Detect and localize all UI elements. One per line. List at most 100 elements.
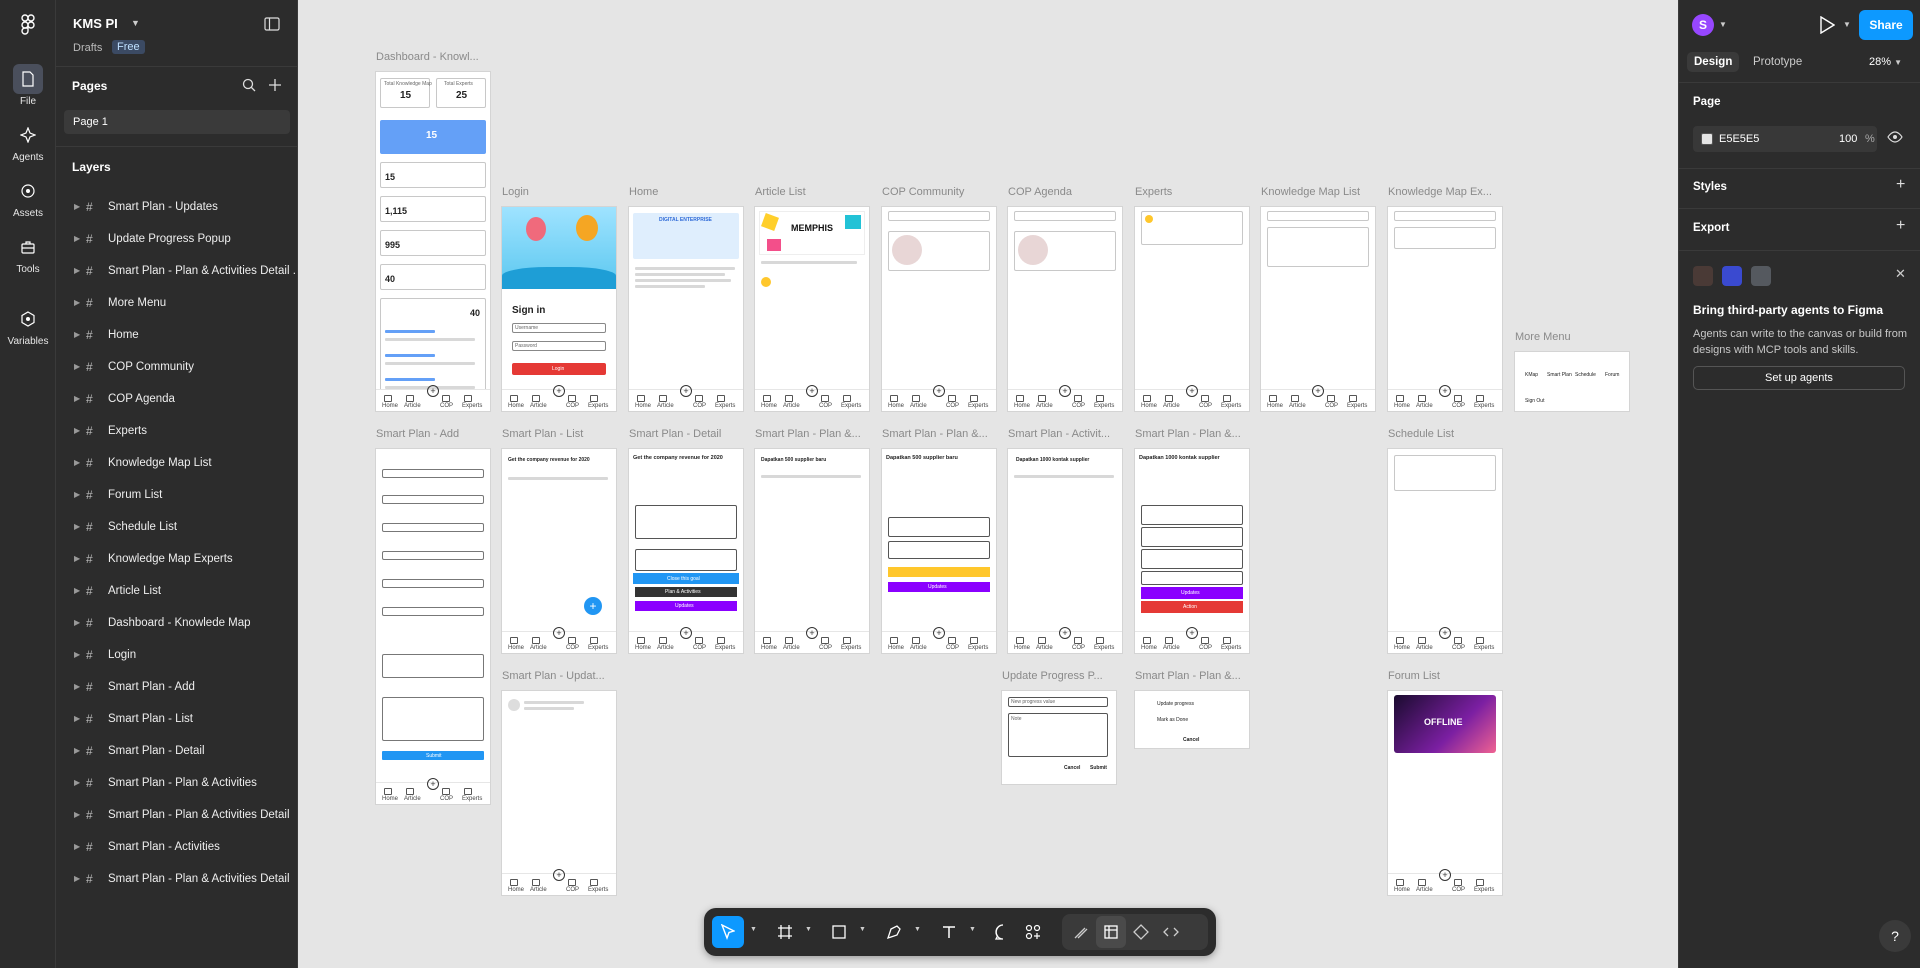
page-background-field[interactable]: E5E5E5 100 % bbox=[1693, 126, 1877, 152]
frame-login[interactable]: Sign in Username Password Login Home Arti… bbox=[502, 207, 616, 411]
chevron-down-icon[interactable]: ▼ bbox=[914, 926, 921, 933]
rail-tools[interactable]: Tools bbox=[0, 226, 56, 280]
layer-item[interactable]: ▶ # Login bbox=[56, 641, 298, 669]
rail-file[interactable]: File bbox=[0, 58, 56, 112]
frame-label[interactable]: Home bbox=[629, 186, 658, 198]
chevron-right-icon[interactable]: ▶ bbox=[74, 746, 80, 755]
chevron-right-icon[interactable]: ▶ bbox=[74, 650, 80, 659]
frame-smart-plan-pa1[interactable]: Dapatkan 500 supplier baru Home Article CO… bbox=[755, 449, 869, 653]
tab-design[interactable]: Design bbox=[1687, 52, 1740, 72]
frame-smart-plan-add[interactable]: Submit Home Article COP Experts + bbox=[376, 449, 490, 804]
frame-home[interactable]: DIGITAL ENTERPRISE Home Article COP Experts… bbox=[629, 207, 743, 411]
layer-item[interactable]: ▶ # Experts bbox=[56, 417, 298, 445]
frame-tool[interactable] bbox=[770, 916, 800, 948]
page-item[interactable]: Page 1 bbox=[64, 110, 290, 134]
chevron-right-icon[interactable]: ▶ bbox=[74, 874, 80, 883]
frame-label[interactable]: Smart Plan - Plan &... bbox=[755, 428, 861, 440]
layer-item[interactable]: ▶ # COP Agenda bbox=[56, 385, 298, 413]
chevron-right-icon[interactable]: ▶ bbox=[74, 362, 80, 371]
frame-label[interactable]: COP Community bbox=[882, 186, 964, 198]
layer-item[interactable]: ▶ # Dashboard - Knowlede Map bbox=[56, 609, 298, 637]
chevron-right-icon[interactable]: ▶ bbox=[74, 394, 80, 403]
tab-prototype[interactable]: Prototype bbox=[1753, 56, 1802, 68]
chevron-right-icon[interactable]: ▶ bbox=[74, 490, 80, 499]
chevron-right-icon[interactable]: ▶ bbox=[74, 554, 80, 563]
layer-item[interactable]: ▶ # Knowledge Map List bbox=[56, 449, 298, 477]
help-button[interactable]: ? bbox=[1879, 920, 1911, 952]
background-hex[interactable]: E5E5E5 bbox=[1719, 133, 1759, 145]
frame-label[interactable]: Knowledge Map List bbox=[1261, 186, 1360, 198]
layer-item[interactable]: ▶ # Smart Plan - Plan & Activities Detail … bbox=[56, 257, 298, 285]
frame-label[interactable]: Login bbox=[502, 186, 529, 198]
frame-label[interactable]: Smart Plan - Add bbox=[376, 428, 459, 440]
frame-smart-plan-detail[interactable]: Get the company revenue for 2020 Close t… bbox=[629, 449, 743, 653]
frame-forum-list[interactable]: OFFLINE Home Article COP Experts + bbox=[1388, 691, 1502, 895]
rail-variables[interactable]: Variables bbox=[0, 298, 56, 352]
eye-icon[interactable] bbox=[1887, 131, 1903, 143]
code-mode[interactable] bbox=[1156, 916, 1186, 948]
frame-label[interactable]: Knowledge Map Ex... bbox=[1388, 186, 1492, 198]
chevron-down-icon[interactable]: ▼ bbox=[1843, 20, 1851, 29]
chevron-right-icon[interactable]: ▶ bbox=[74, 842, 80, 851]
chevron-right-icon[interactable]: ▶ bbox=[74, 330, 80, 339]
chevron-right-icon[interactable]: ▶ bbox=[74, 298, 80, 307]
chevron-down-icon[interactable]: ▼ bbox=[805, 926, 812, 933]
canvas[interactable]: Dashboard - Knowl... Login Home Article … bbox=[298, 0, 1678, 968]
chevron-down-icon[interactable]: ▼ bbox=[969, 926, 976, 933]
frame-smart-plan-pa2[interactable]: Dapatkan 500 supplier baru Updates Home A… bbox=[882, 449, 996, 653]
frame-label[interactable]: Article List bbox=[755, 186, 806, 198]
frame-knowledge-map-experts[interactable]: Home Article COP Experts + bbox=[1388, 207, 1502, 411]
layer-item[interactable]: ▶ # Schedule List bbox=[56, 513, 298, 541]
frame-label[interactable]: Smart Plan - List bbox=[502, 428, 583, 440]
sidebar-toggle-icon[interactable] bbox=[264, 17, 280, 31]
share-button[interactable]: Share bbox=[1859, 10, 1913, 40]
chevron-right-icon[interactable]: ▶ bbox=[74, 266, 80, 275]
chevron-right-icon[interactable]: ▶ bbox=[74, 618, 80, 627]
move-tool[interactable] bbox=[712, 916, 744, 948]
layer-item[interactable]: ▶ # Smart Plan - Plan & Activities Detail bbox=[56, 801, 298, 829]
frame-smart-plan-pa4[interactable]: Update progress Mark as Done Cancel bbox=[1135, 691, 1249, 748]
frame-smart-plan-pa3[interactable]: Dapatkan 1000 kontak supplier Updates Ac… bbox=[1135, 449, 1249, 653]
chevron-down-icon[interactable]: ▼ bbox=[859, 926, 866, 933]
frame-label[interactable]: Dashboard - Knowl... bbox=[376, 51, 479, 63]
chevron-right-icon[interactable]: ▶ bbox=[74, 458, 80, 467]
setup-agents-button[interactable]: Set up agents bbox=[1693, 366, 1905, 390]
zoom-level[interactable]: 28% ▼ bbox=[1869, 56, 1902, 68]
frame-label[interactable]: Smart Plan - Plan &... bbox=[882, 428, 988, 440]
frame-label[interactable]: Smart Plan - Updat... bbox=[502, 670, 605, 682]
comment-tool[interactable] bbox=[988, 916, 1018, 948]
layer-item[interactable]: ▶ # Update Progress Popup bbox=[56, 225, 298, 253]
design-mode[interactable] bbox=[1096, 916, 1126, 948]
chevron-down-icon[interactable]: ▼ bbox=[1719, 20, 1727, 29]
actions-tool[interactable] bbox=[1018, 916, 1048, 948]
layer-item[interactable]: ▶ # Knowledge Map Experts bbox=[56, 545, 298, 573]
layer-item[interactable]: ▶ # Home bbox=[56, 321, 298, 349]
add-style-icon[interactable]: + bbox=[1896, 176, 1905, 194]
rail-assets[interactable]: Assets bbox=[0, 170, 56, 224]
layer-item[interactable]: ▶ # Smart Plan - Detail bbox=[56, 737, 298, 765]
chevron-down-icon[interactable]: ▼ bbox=[131, 18, 140, 28]
frame-experts[interactable]: Home Article COP Experts + bbox=[1135, 207, 1249, 411]
chevron-right-icon[interactable]: ▶ bbox=[74, 714, 80, 723]
frame-schedule-list[interactable]: Home Article COP Experts + bbox=[1388, 449, 1502, 653]
frame-label[interactable]: Schedule List bbox=[1388, 428, 1454, 440]
frame-article-list[interactable]: MEMPHIS Home Article COP Experts + bbox=[755, 207, 869, 411]
frame-smart-plan-updates[interactable]: Home Article COP Experts + bbox=[502, 691, 616, 895]
chevron-right-icon[interactable]: ▶ bbox=[74, 522, 80, 531]
frame-dashboard[interactable]: Total Knowledge Map 15 Total Experts 25 … bbox=[376, 72, 490, 411]
file-name[interactable]: KMS PI bbox=[73, 16, 118, 31]
figma-logo-icon[interactable] bbox=[18, 14, 38, 36]
chevron-right-icon[interactable]: ▶ bbox=[74, 778, 80, 787]
dev-mode[interactable] bbox=[1126, 916, 1156, 948]
chevron-right-icon[interactable]: ▶ bbox=[74, 810, 80, 819]
layer-item[interactable]: ▶ # Smart Plan - Updates bbox=[56, 193, 298, 221]
chevron-right-icon[interactable]: ▶ bbox=[74, 234, 80, 243]
close-icon[interactable]: ✕ bbox=[1895, 266, 1906, 282]
layer-item[interactable]: ▶ # Smart Plan - List bbox=[56, 705, 298, 733]
layer-item[interactable]: ▶ # Article List bbox=[56, 577, 298, 605]
frame-label[interactable]: Smart Plan - Detail bbox=[629, 428, 721, 440]
frame-cop-agenda[interactable]: Home Article COP Experts + bbox=[1008, 207, 1122, 411]
frame-knowledge-map-list[interactable]: Home Article COP Experts + bbox=[1261, 207, 1375, 411]
chevron-right-icon[interactable]: ▶ bbox=[74, 426, 80, 435]
frame-label[interactable]: Smart Plan - Plan &... bbox=[1135, 670, 1241, 682]
